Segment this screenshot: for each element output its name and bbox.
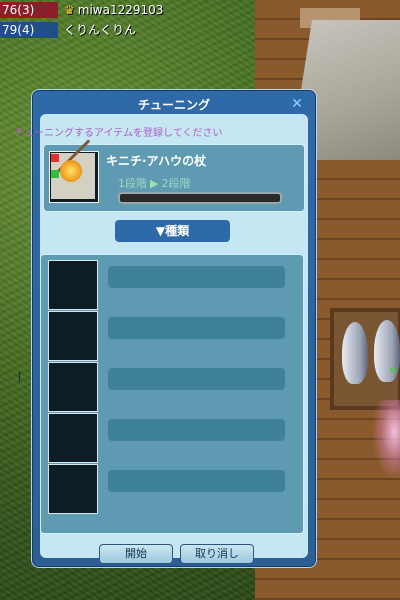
player-name-text: miwa1229103 [77, 3, 164, 17]
material-slot[interactable] [48, 260, 98, 310]
cancel-button[interactable]: 取り消し [180, 544, 254, 564]
stage-indicator: 1段階 ▶ 2段階 [118, 175, 190, 191]
item-name: キニチ·アハウの杖 [106, 154, 207, 168]
material-name-field[interactable] [108, 266, 285, 288]
indicator-arrow-icon: « [389, 363, 397, 377]
tuning-progress-bar [118, 192, 282, 204]
map-marker-icon: [ [18, 370, 23, 383]
material-slot[interactable] [48, 413, 98, 463]
close-icon[interactable]: ✕ [290, 97, 304, 111]
stage-arrow-icon: ▶ [150, 177, 159, 190]
type-dropdown-button[interactable]: ▼種類 [115, 220, 230, 242]
player-name: くりんくりん [64, 23, 137, 37]
stage-from: 1段階 [118, 177, 147, 190]
stage-to: 2段階 [161, 177, 191, 190]
green-gem-icon [51, 170, 59, 178]
material-name-field[interactable] [108, 317, 285, 339]
spell-effect [372, 400, 400, 480]
material-slot[interactable] [48, 311, 98, 361]
material-slot[interactable] [48, 464, 98, 514]
material-name-field[interactable] [108, 368, 285, 390]
material-slot[interactable] [48, 362, 98, 412]
start-button[interactable]: 開始 [99, 544, 173, 564]
window-title: チューニング [137, 98, 210, 112]
fish-icon [342, 322, 368, 384]
instruction-text: チューニングするアイテムを登録してください [14, 128, 223, 139]
hp-value: 76(3) [0, 2, 58, 18]
hp-value: 79(4) [0, 22, 58, 38]
crown-icon: ♛ [64, 3, 75, 17]
sun-icon [60, 160, 82, 182]
material-name-field[interactable] [108, 419, 285, 441]
player-name: ♛ miwa1229103 [64, 2, 214, 18]
red-gem-icon [51, 154, 59, 162]
material-name-field[interactable] [108, 470, 285, 492]
